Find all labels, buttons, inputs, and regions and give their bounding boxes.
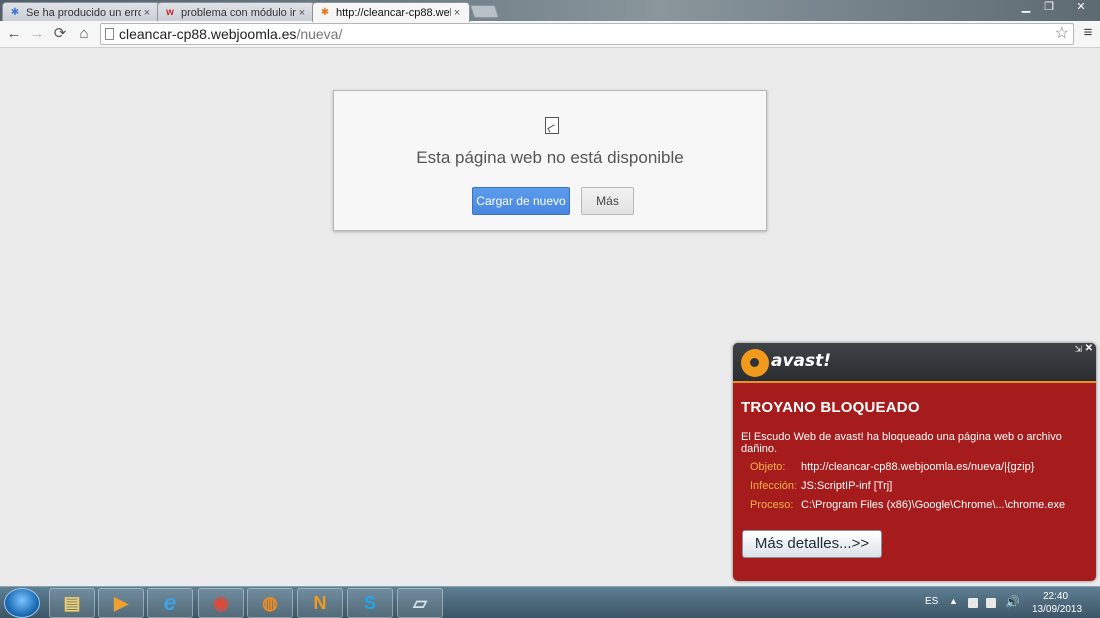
more-details-button[interactable]: Más detalles...>>	[742, 530, 882, 558]
firefox-icon[interactable]: ◍	[247, 588, 293, 618]
close-icon[interactable]: ×	[451, 7, 463, 19]
home-button[interactable]: ⌂	[74, 24, 94, 44]
joomla-icon: ✱	[10, 6, 20, 18]
browser-toolbar: ← → ⟳ ⌂ cleancar-cp88.webjoomla.es/nueva…	[0, 21, 1100, 48]
popup-close-icon[interactable]: ✕	[1085, 343, 1093, 354]
internet-explorer-icon[interactable]: e	[147, 588, 193, 618]
tab-title: Se ha producido un error	[26, 6, 141, 19]
error-card: Esta página web no está disponible Carga…	[333, 90, 767, 231]
chrome-icon[interactable]: ◉	[198, 588, 244, 618]
detail-label: Infección:	[750, 480, 798, 492]
network-flag-icon[interactable]	[968, 598, 978, 608]
skype-icon[interactable]: S	[347, 588, 393, 618]
action-center-icon[interactable]	[986, 598, 996, 608]
explorer-icon[interactable]: ▤	[49, 588, 95, 618]
detail-value: C:\Program Files (x86)\Google\Chrome\...…	[801, 499, 1066, 511]
more-button[interactable]: Más	[581, 187, 634, 215]
menu-icon[interactable]: ≡	[1080, 24, 1096, 44]
clock-date[interactable]: 13/09/2013	[1032, 604, 1082, 615]
avast-brand: avast!	[771, 351, 832, 371]
tab-problema[interactable]: w problema con módulo im ×	[157, 2, 315, 22]
show-hidden-icons-icon[interactable]: ▲	[949, 596, 958, 606]
address-bar[interactable]: cleancar-cp88.webjoomla.es/nueva/ ☆	[100, 23, 1074, 45]
tab-error[interactable]: ✱ Se ha producido un error ×	[2, 2, 160, 22]
page-icon	[105, 28, 114, 40]
avast-logo-icon	[741, 349, 769, 377]
detail-value: http://cleancar-cp88.webjoomla.es/nueva/…	[801, 461, 1035, 473]
minimize-button[interactable]: ▁	[1014, 0, 1038, 14]
new-tab-button[interactable]	[469, 5, 500, 18]
detail-label: Proceso:	[750, 499, 794, 511]
detail-value: JS:ScriptIP-inf [Trj]	[801, 480, 893, 492]
media-player-icon[interactable]: ▶	[98, 588, 144, 618]
back-button[interactable]: ←	[4, 24, 24, 44]
n-app-icon[interactable]: N	[297, 588, 343, 618]
w-icon: w	[166, 6, 174, 18]
alert-title: TROYANO BLOQUEADO	[741, 399, 920, 416]
error-title: Esta página web no está disponible	[416, 148, 684, 167]
broken-page-icon	[545, 117, 559, 134]
pin-icon[interactable]: ⇲	[1074, 344, 1082, 355]
joomla-icon: ✱	[320, 6, 330, 18]
windows-taskbar: ▤ ▶ e ◉ ◍ N S ▱ ES ▲ 🔊 22:40 13/09/2013	[0, 586, 1100, 618]
start-button[interactable]	[4, 588, 40, 618]
maximize-button[interactable]: ❐	[1037, 0, 1061, 14]
alert-message: El Escudo Web de avast! ha bloqueado una…	[741, 431, 1062, 455]
avast-alert-popup: avast! ⇲ ✕ TROYANO BLOQUEADO El Escudo W…	[733, 343, 1096, 581]
forward-button[interactable]: →	[27, 24, 47, 44]
url-host: cleancar-cp88.webjoomla.es	[119, 26, 297, 42]
clock-time[interactable]: 22:40	[1043, 591, 1068, 602]
language-indicator[interactable]: ES	[925, 596, 938, 607]
notepad-icon[interactable]: ▱	[397, 588, 443, 618]
volume-icon[interactable]: 🔊	[1005, 595, 1020, 609]
avast-header: avast! ⇲ ✕	[733, 343, 1096, 383]
star-icon[interactable]: ☆	[1055, 24, 1069, 44]
close-icon[interactable]: ×	[141, 7, 153, 19]
window-close-button[interactable]: ✕	[1064, 0, 1098, 14]
close-icon[interactable]: ×	[296, 7, 308, 19]
reload-page-button[interactable]: Cargar de nuevo	[472, 187, 570, 215]
tab-title: problema con módulo im	[181, 6, 296, 19]
reload-button[interactable]: ⟳	[50, 24, 70, 44]
detail-label: Objeto:	[750, 461, 786, 473]
tab-strip: ✱ Se ha producido un error × w problema …	[0, 0, 1100, 22]
url-path: /nueva/	[296, 26, 343, 42]
tab-cleancar[interactable]: ✱ http://cleancar-cp88.webj ×	[312, 2, 470, 22]
tab-title: http://cleancar-cp88.webj	[336, 6, 451, 19]
